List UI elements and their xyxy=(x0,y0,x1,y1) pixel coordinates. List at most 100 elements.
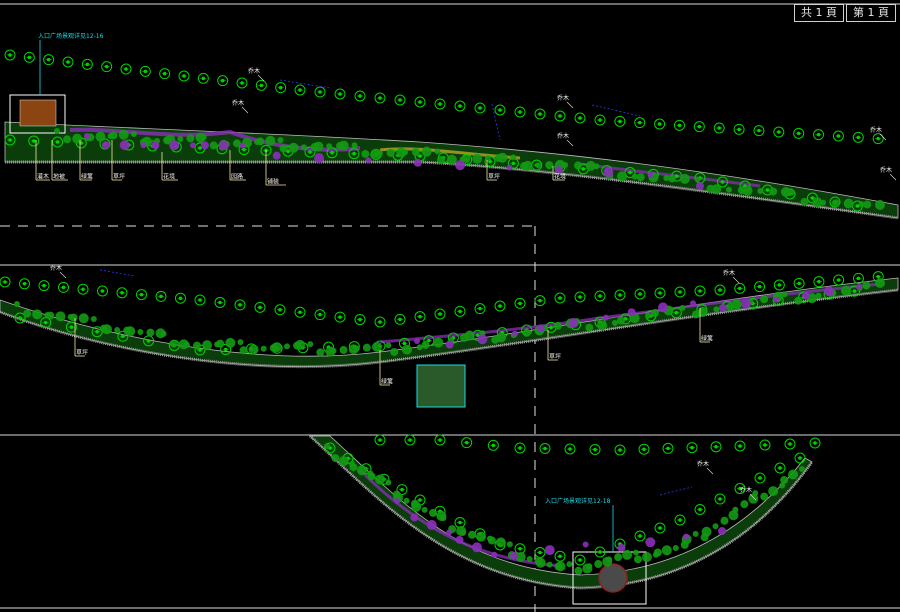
shrub-icon xyxy=(401,344,412,355)
shrub-icon xyxy=(606,556,613,563)
annotation-label: 花境 xyxy=(554,173,566,181)
tree-icon xyxy=(62,56,74,68)
shrub-icon xyxy=(403,497,410,504)
tree-icon xyxy=(594,114,606,126)
shrub-icon xyxy=(72,133,83,144)
tree-icon xyxy=(374,434,386,446)
shrub-icon xyxy=(307,341,314,348)
shrub-icon xyxy=(411,147,420,156)
tree-icon xyxy=(374,92,386,104)
shrub-icon xyxy=(218,140,229,151)
tree-icon xyxy=(654,118,666,130)
tree-icon xyxy=(275,82,287,94)
shrub-icon xyxy=(616,316,625,325)
shrub-icon xyxy=(260,345,267,352)
tree-icon xyxy=(97,285,108,297)
shrub-icon xyxy=(14,301,20,307)
tree-icon xyxy=(294,84,306,96)
tree-label: 乔木 xyxy=(870,126,882,134)
tree-icon xyxy=(294,306,306,318)
tree-icon xyxy=(404,434,416,446)
shrub-icon xyxy=(371,341,382,352)
tree-icon xyxy=(574,112,586,124)
tree-icon xyxy=(197,72,209,84)
tree-icon xyxy=(534,108,546,120)
tree-icon xyxy=(334,311,346,323)
shrub-icon xyxy=(55,311,66,322)
tree-icon xyxy=(454,305,466,317)
shrub-icon xyxy=(437,156,446,165)
shrub-icon xyxy=(216,339,225,348)
shrub-icon xyxy=(484,155,491,162)
shrub-icon xyxy=(690,300,696,307)
tree-icon xyxy=(254,301,266,313)
tree-icon xyxy=(674,514,686,526)
shrub-icon xyxy=(410,513,419,522)
tree-icon xyxy=(564,443,576,455)
shrub-icon xyxy=(177,136,184,143)
tree-icon xyxy=(394,313,406,325)
shrub-icon xyxy=(272,151,281,160)
shrub-icon xyxy=(338,140,349,151)
tree-label: 乔木 xyxy=(232,99,244,107)
shrub-icon xyxy=(526,555,533,562)
tree-icon xyxy=(734,282,746,294)
tree-icon xyxy=(434,308,446,320)
shrub-icon xyxy=(769,187,778,196)
tree-icon xyxy=(136,289,147,301)
tree-icon xyxy=(534,547,546,558)
shrub-icon xyxy=(875,200,885,210)
tree-icon xyxy=(539,443,551,454)
shrub-icon xyxy=(468,530,477,539)
tree-icon xyxy=(534,295,546,307)
shrub-icon xyxy=(553,321,562,330)
shrub-icon xyxy=(376,150,383,157)
shrub-icon xyxy=(434,148,441,155)
tree-icon xyxy=(713,122,725,134)
shrub-icon xyxy=(802,291,810,300)
tree-icon xyxy=(594,290,606,302)
shrub-icon xyxy=(582,541,589,548)
shrub-icon xyxy=(491,551,498,558)
shrub-icon xyxy=(477,334,488,345)
shrub-icon xyxy=(160,330,167,337)
landscape-plan-drawing: 入口广场景观详见12-16 入口广场景观详见12-18 灌木 地被 绿篱 草坪 花境 园路… xyxy=(0,3,900,612)
tree-icon xyxy=(139,65,151,77)
tree-icon xyxy=(38,280,50,292)
tree-icon xyxy=(19,278,30,290)
dimension-line xyxy=(279,79,331,89)
shrub-icon xyxy=(330,347,337,354)
tree-icon xyxy=(116,287,128,299)
shrub-icon xyxy=(326,143,333,150)
shrub-icon xyxy=(679,304,686,311)
shrub-icon xyxy=(411,501,422,512)
shrub-icon xyxy=(603,167,614,178)
shrub-icon xyxy=(843,198,854,209)
planting-band-1 xyxy=(4,121,899,220)
shrub-icon xyxy=(731,299,742,310)
shrub-icon xyxy=(645,537,656,548)
shrub-icon xyxy=(634,555,642,564)
shrub-icon xyxy=(720,516,729,525)
shrub-icon xyxy=(593,163,600,170)
tree-icon xyxy=(217,75,229,87)
tree-icon xyxy=(155,290,167,302)
tree-icon xyxy=(214,296,226,308)
shrub-icon xyxy=(277,137,284,144)
shrub-icon xyxy=(683,533,690,540)
shrub-icon xyxy=(429,508,438,517)
shrub-icon xyxy=(440,515,447,522)
shrub-icon xyxy=(433,337,444,348)
entrance-bottom-label: 入口广场景观详见12-18 xyxy=(545,497,611,505)
shrub-icon xyxy=(781,291,788,298)
dimension-line xyxy=(591,104,641,117)
shrub-icon xyxy=(627,308,636,317)
shrub-icon xyxy=(390,347,399,356)
shrub-icon xyxy=(831,199,840,208)
tree-icon xyxy=(813,276,825,288)
tree-icon xyxy=(694,285,706,297)
shrub-icon xyxy=(594,559,603,568)
tree-icon xyxy=(81,58,93,70)
tree-icon xyxy=(474,303,486,315)
shrub-icon xyxy=(546,561,553,568)
